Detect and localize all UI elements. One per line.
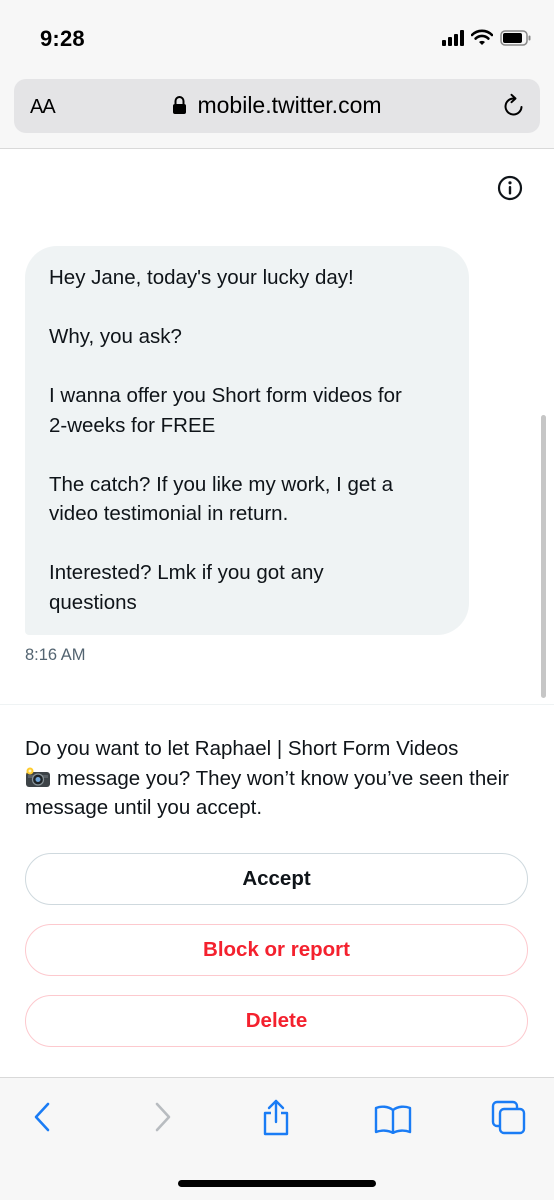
- book-icon[interactable]: [374, 1104, 412, 1134]
- info-icon[interactable]: [497, 175, 523, 201]
- request-prompt-text: message you? They won’t know you’ve seen…: [25, 766, 510, 820]
- message-paragraph: The catch? If you like my work, I get a …: [49, 472, 394, 526]
- battery-icon: [500, 29, 531, 46]
- message-paragraph: I wanna offer you Short form videos for …: [49, 384, 402, 437]
- scrollbar[interactable]: [541, 415, 546, 698]
- accept-button[interactable]: Accept: [25, 853, 528, 905]
- screen: 9:28 AA mobile.twitter.com Hey Jane, tod…: [0, 0, 554, 1200]
- wifi-icon: [471, 29, 493, 45]
- status-icons: [442, 29, 532, 46]
- divider: [0, 704, 554, 705]
- message-paragraph: Hey Jane, today's your lucky day!: [49, 266, 354, 289]
- url-text: mobile.twitter.com: [197, 92, 382, 118]
- address-bar[interactable]: AA mobile.twitter.com: [14, 79, 540, 133]
- home-indicator[interactable]: [178, 1180, 376, 1187]
- share-icon[interactable]: [260, 1098, 292, 1136]
- message-timestamp: 8:16 AM: [25, 646, 86, 664]
- message-bubble: Hey Jane, today's your lucky day! Why, y…: [25, 246, 469, 635]
- chevron-right-icon[interactable]: [152, 1102, 172, 1132]
- chevron-left-icon[interactable]: [33, 1102, 53, 1132]
- message-request-prompt: Do you want to let Raphael | Short Form …: [25, 734, 535, 823]
- delete-button[interactable]: Delete: [25, 995, 528, 1047]
- cellular-signal-icon: [442, 29, 464, 46]
- camera-flash-emoji: [25, 767, 51, 788]
- message-paragraph: Interested? Lmk if you got any questions: [49, 561, 324, 614]
- url-display[interactable]: mobile.twitter.com: [14, 91, 540, 119]
- message-paragraph: Why, you ask?: [49, 325, 182, 348]
- block-or-report-button[interactable]: Block or report: [25, 924, 528, 976]
- tabs-icon[interactable]: [491, 1100, 527, 1136]
- lock-icon: [173, 96, 187, 114]
- request-prompt-text: Do you want to let Raphael | Short Form …: [25, 737, 459, 760]
- status-time: 9:28: [40, 26, 85, 51]
- reload-icon[interactable]: [502, 93, 526, 119]
- browser-top-chrome: 9:28 AA mobile.twitter.com: [0, 0, 554, 149]
